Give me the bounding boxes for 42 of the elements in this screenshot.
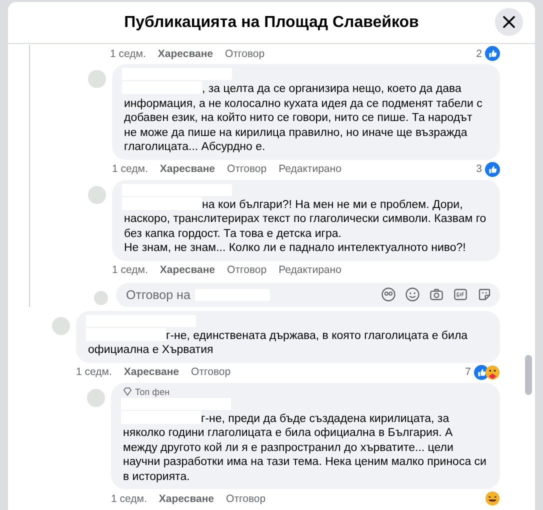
comment-time[interactable]: 1 седм.	[111, 492, 147, 504]
reply-link[interactable]: Отговор	[227, 264, 267, 276]
like-reaction-icon	[485, 46, 500, 61]
gif-icon[interactable]	[453, 287, 468, 302]
reply-link[interactable]: Отговор	[225, 48, 265, 60]
badge-text: Топ фен	[135, 386, 170, 396]
reply-link[interactable]: Отговор	[227, 163, 267, 175]
comment-text: , за целта да се организира нещо, което да дава информация, а не колосално кухата идея да се подменят табели с добавен език, на който нито се говори, нито се пише. Та народът не може да пише на кирилица правилно, но иначе ще възражда глаголицата... Абсурдно е.	[124, 81, 484, 154]
camera-icon[interactable]	[429, 287, 444, 302]
avatar-sticker-icon[interactable]	[381, 287, 396, 302]
comment-text: г-не, единствената държава, в която глаголицата е била официална е Хърватия	[88, 328, 469, 358]
reaction-count[interactable]: 7	[465, 366, 471, 378]
dialog-title: Публикацията на Площад Славейков	[124, 14, 419, 32]
scrollbar-thumb[interactable]	[525, 355, 532, 395]
sticker-icon[interactable]	[477, 287, 492, 302]
comment-time[interactable]: 1 седм.	[76, 366, 112, 378]
reply-input-field[interactable]: Отговор на	[116, 282, 500, 306]
reaction-count[interactable]: 2	[476, 48, 482, 60]
close-button[interactable]	[495, 8, 523, 36]
like-link[interactable]: Харесване	[158, 48, 214, 60]
laughing-emoji-icon	[485, 491, 500, 506]
reaction-count[interactable]: 3	[476, 163, 482, 175]
emoji-icon[interactable]	[405, 287, 420, 302]
edited-label: Редактирано	[278, 264, 342, 276]
like-link[interactable]: Харесване	[160, 264, 216, 276]
reply-link[interactable]: Отговор	[226, 492, 266, 504]
like-link[interactable]: Харесване	[158, 492, 214, 504]
comment-time[interactable]: 1 седм.	[110, 48, 146, 60]
close-icon	[502, 15, 516, 29]
comment-time[interactable]: 1 седм.	[112, 264, 148, 276]
hugging-emoji-icon	[485, 364, 500, 380]
edited-label: Редактирано	[278, 163, 342, 175]
like-link[interactable]: Харесване	[160, 163, 216, 175]
reply-placeholder: Отговор на	[126, 288, 190, 302]
like-link[interactable]: Харесване	[124, 366, 180, 378]
avatar	[94, 290, 108, 304]
reply-link[interactable]: Отговор	[191, 366, 231, 378]
diamond-icon	[123, 387, 132, 396]
comment-time[interactable]: 1 седм.	[112, 163, 148, 175]
comment-text: г-не, преди да бъде създадена кирилицата, за няколко години глаголицата е била официална в България. А между другото кой ли я е разпространил до хърватите... цели научни разработки има на тази тема. Нека ценим малко приноса си в историята.	[123, 410, 488, 484]
comment-text: на кои българи?! На мен не ми е проблем. Дори, наскоро, транслитерирах текст по глаголически символи. Казвам го без капка гордост. Та това е детска игра. Не знам, не знам... Колко ли е паднало интелектуалното ниво?!	[124, 196, 488, 256]
like-reaction-icon	[485, 162, 500, 176]
